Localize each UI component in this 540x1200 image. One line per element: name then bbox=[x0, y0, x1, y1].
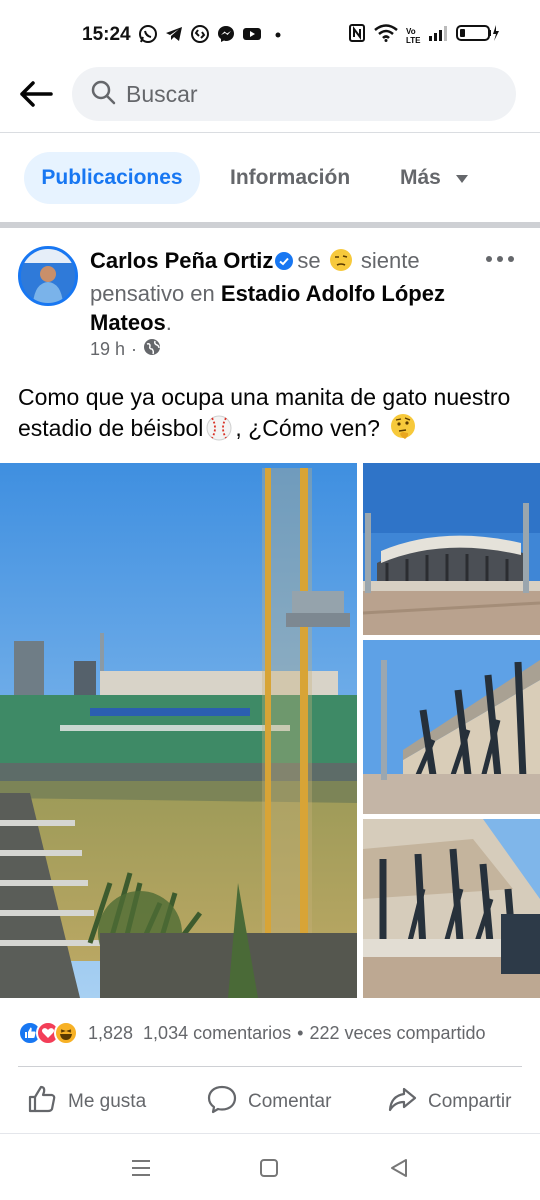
search-bar[interactable] bbox=[72, 67, 516, 121]
location-suffix: . bbox=[165, 310, 172, 335]
time-text: 19 h bbox=[90, 339, 126, 359]
pensive-face-icon bbox=[329, 248, 353, 279]
share-arrow-icon bbox=[386, 1083, 418, 1121]
status-time: 15:24 bbox=[82, 24, 131, 45]
dot-icon bbox=[508, 256, 514, 262]
square-icon bbox=[260, 1159, 278, 1177]
thumbs-up-icon bbox=[26, 1083, 58, 1121]
comment-icon bbox=[206, 1083, 238, 1121]
tab-informacion[interactable]: Información bbox=[230, 152, 350, 204]
battery-charging-icon bbox=[456, 24, 500, 47]
photo-grid bbox=[0, 458, 540, 1000]
reactions-summary[interactable]: 1,828 1,034 comentarios • 222 veces comp… bbox=[18, 1018, 528, 1048]
post-header: Carlos Peña Ortiz se siente pensativo en … bbox=[90, 246, 480, 337]
system-icons: Vo LTE bbox=[348, 24, 500, 47]
photo-stadium-structure[interactable] bbox=[363, 640, 540, 814]
telegram-icon bbox=[164, 24, 184, 44]
share-label: Compartir bbox=[428, 1091, 512, 1112]
photo-stadium-exterior[interactable] bbox=[363, 463, 540, 635]
status-bar: 15:24 Vo LTE bbox=[0, 0, 540, 64]
search-icon bbox=[90, 79, 116, 110]
nav-back-button[interactable] bbox=[384, 1153, 414, 1183]
back-button[interactable] bbox=[16, 74, 56, 114]
shares-count[interactable]: 222 veces compartido bbox=[309, 1023, 485, 1044]
photo-stadium-field[interactable] bbox=[0, 463, 357, 998]
photo-stadium-underside[interactable] bbox=[363, 819, 540, 998]
tab-mas[interactable]: Más bbox=[400, 152, 469, 204]
arrow-left-icon bbox=[20, 81, 53, 107]
wifi-icon bbox=[374, 24, 398, 47]
more-dot-icon bbox=[268, 24, 288, 44]
search-input[interactable] bbox=[126, 80, 486, 108]
share-button[interactable]: Compartir bbox=[386, 1082, 511, 1122]
tab-publicaciones[interactable]: Publicaciones bbox=[24, 152, 200, 204]
nfc-icon bbox=[348, 24, 366, 47]
shazam-icon bbox=[190, 24, 210, 44]
comment-button[interactable]: Comentar bbox=[206, 1082, 331, 1122]
globe-icon bbox=[143, 338, 161, 361]
header-divider bbox=[0, 132, 540, 133]
whatsapp-icon bbox=[138, 24, 158, 44]
section-separator bbox=[0, 222, 540, 228]
post-timestamp[interactable]: 19 h · bbox=[90, 338, 161, 361]
signal-icon bbox=[428, 24, 448, 47]
messenger-icon bbox=[216, 24, 236, 44]
post-text: Como que ya ocupa una manita de gato nue… bbox=[18, 382, 523, 449]
reaction-icons bbox=[18, 1021, 78, 1045]
comments-count[interactable]: 1,034 comentarios bbox=[143, 1023, 291, 1044]
post-text-end: , ¿Cómo ven? bbox=[235, 415, 380, 441]
tab-label: Publicaciones bbox=[41, 166, 183, 189]
comment-label: Comentar bbox=[248, 1091, 332, 1112]
bottom-divider bbox=[0, 1133, 540, 1134]
recent-apps-button[interactable] bbox=[126, 1153, 156, 1183]
like-label: Me gusta bbox=[68, 1091, 147, 1112]
dot-icon bbox=[497, 256, 503, 262]
time-separator: · bbox=[131, 339, 138, 359]
volte-icon: Vo LTE bbox=[406, 26, 421, 45]
like-button[interactable]: Me gusta bbox=[26, 1082, 146, 1122]
thinking-face-icon bbox=[389, 413, 417, 449]
avatar[interactable] bbox=[18, 246, 78, 306]
caret-down-icon bbox=[455, 166, 469, 190]
haha-reaction-icon bbox=[54, 1021, 78, 1045]
dot-icon bbox=[486, 256, 492, 262]
menu-lines-icon bbox=[132, 1160, 150, 1176]
reaction-count: 1,828 bbox=[88, 1022, 134, 1043]
tab-label: Información bbox=[230, 166, 351, 189]
feeling-prefix: se bbox=[297, 248, 321, 273]
baseball-icon bbox=[206, 415, 232, 449]
youtube-icon bbox=[242, 24, 262, 44]
author-name[interactable]: Carlos Peña Ortiz bbox=[90, 248, 273, 273]
meta-separator: • bbox=[297, 1022, 304, 1043]
notification-icons bbox=[138, 24, 288, 44]
home-button[interactable] bbox=[254, 1153, 284, 1183]
verified-badge-icon bbox=[275, 248, 294, 270]
triangle-back-icon bbox=[391, 1159, 407, 1177]
post-options-button[interactable] bbox=[486, 250, 514, 268]
tab-label: Más bbox=[400, 166, 441, 189]
actions-divider bbox=[18, 1066, 522, 1067]
